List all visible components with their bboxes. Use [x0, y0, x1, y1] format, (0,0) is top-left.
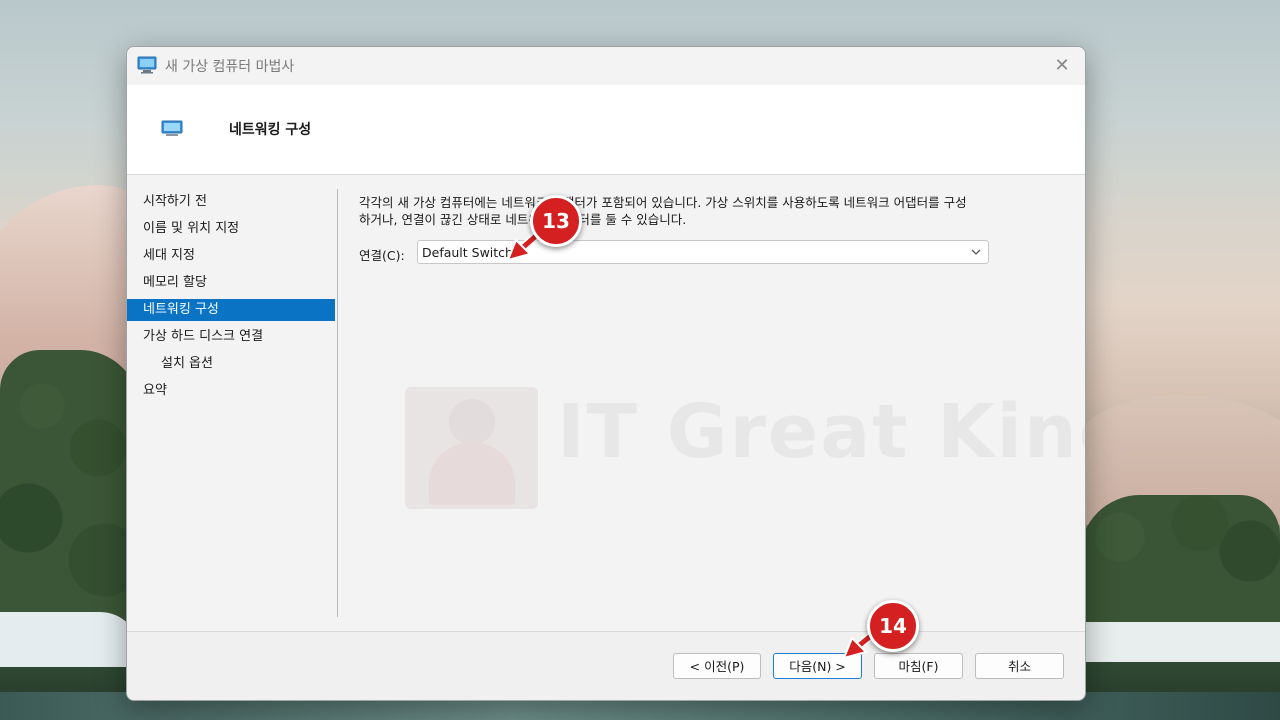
- connection-dropdown[interactable]: Default Switch: [417, 240, 989, 264]
- new-vm-wizard-dialog: 새 가상 컴퓨터 마법사 ✕ 네트워킹 구성 시작하기 전 이름 및 위치 지정…: [126, 46, 1086, 701]
- step-networking[interactable]: 네트워킹 구성: [127, 299, 335, 321]
- desktop-trees-left: [0, 350, 140, 630]
- step-installation-options[interactable]: 설치 옵션: [127, 353, 335, 375]
- close-icon: ✕: [1054, 55, 1070, 76]
- desktop-snow-left: [0, 612, 140, 667]
- step-14-badge: 14: [867, 600, 919, 652]
- networking-description: 각각의 새 가상 컴퓨터에는 네트워크 어댑터가 포함되어 있습니다. 가상 스…: [359, 194, 1069, 228]
- step-summary[interactable]: 요약: [127, 380, 335, 402]
- close-button[interactable]: ✕: [1047, 51, 1077, 81]
- step-name-and-location[interactable]: 이름 및 위치 지정: [127, 218, 335, 240]
- computer-icon: [161, 120, 183, 136]
- step-13-badge: 13: [530, 195, 582, 247]
- description-line-1: 각각의 새 가상 컴퓨터에는 네트워크 어댑터가 포함되어 있습니다. 가상 스…: [359, 195, 967, 210]
- watermark: IT Great King: [405, 387, 1085, 512]
- connection-label: 연결(C):: [359, 248, 405, 263]
- next-button[interactable]: 다음(N) >: [773, 653, 862, 679]
- finish-button[interactable]: 마침(F): [874, 653, 963, 679]
- window-title: 새 가상 컴퓨터 마법사: [165, 59, 295, 75]
- nav-divider: [337, 189, 338, 617]
- desktop-snow-right: [1080, 622, 1280, 662]
- watermark-logo: [405, 387, 538, 509]
- description-line-2: 하거나, 연결이 끊긴 상태로 네트워크 어댑터를 둘 수 있습니다.: [359, 212, 687, 227]
- step-before-you-begin[interactable]: 시작하기 전: [127, 191, 335, 213]
- watermark-text: IT Great King: [557, 389, 1086, 475]
- page-title: 네트워킹 구성: [229, 122, 312, 138]
- step-generation[interactable]: 세대 지정: [127, 245, 335, 267]
- computer-icon: [137, 56, 157, 74]
- wizard-header: 네트워킹 구성: [127, 85, 1085, 175]
- step-memory[interactable]: 메모리 할당: [127, 272, 335, 294]
- chevron-down-icon: [971, 249, 981, 255]
- connection-selected-value: Default Switch: [422, 245, 513, 260]
- wizard-footer: < 이전(P) 다음(N) > 마침(F) 취소: [127, 631, 1085, 700]
- step-virtual-hard-disk[interactable]: 가상 하드 디스크 연결: [127, 326, 335, 348]
- title-bar: 새 가상 컴퓨터 마법사 ✕: [127, 47, 1085, 85]
- wizard-step-list: 시작하기 전 이름 및 위치 지정 세대 지정 메모리 할당 네트워킹 구성 가…: [127, 187, 335, 617]
- desktop-trees-right: [1080, 495, 1280, 635]
- cancel-button[interactable]: 취소: [975, 653, 1064, 679]
- previous-button[interactable]: < 이전(P): [673, 653, 761, 679]
